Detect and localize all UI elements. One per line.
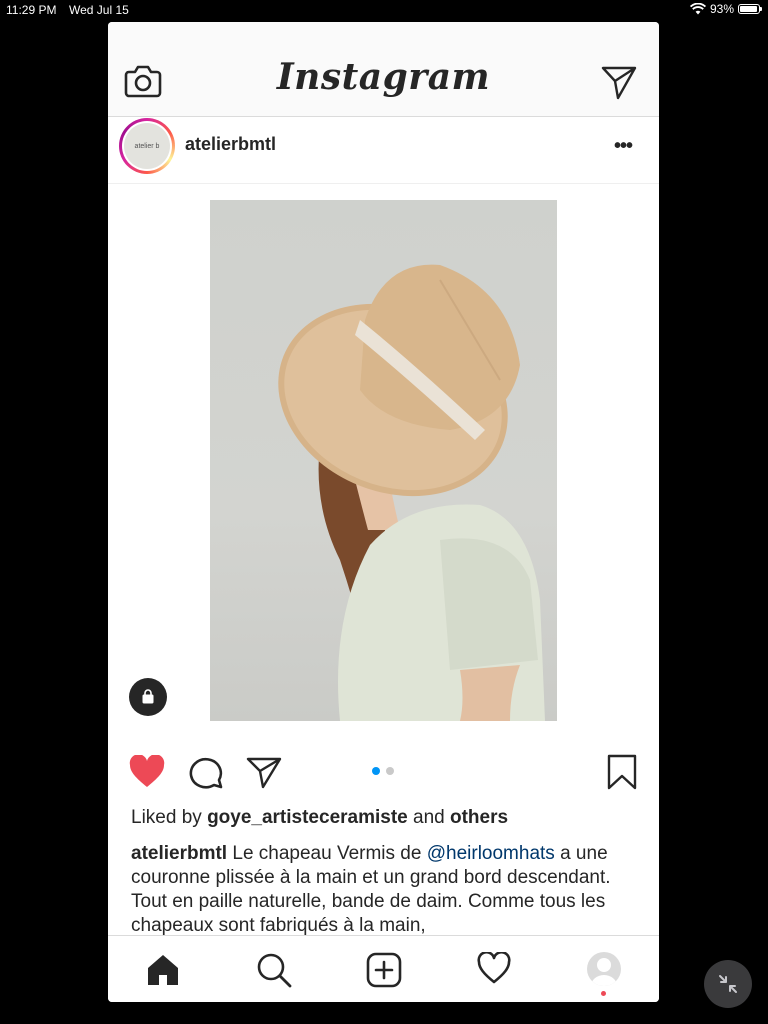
instagram-app: Instagram atelier b atelierbmtl ••• Like… bbox=[108, 22, 659, 1002]
post-header: atelier b atelierbmtl ••• bbox=[108, 117, 659, 184]
shopping-bag-icon bbox=[142, 689, 154, 704]
new-post-icon[interactable] bbox=[366, 952, 402, 988]
caption-mention[interactable]: @heirloomhats bbox=[427, 843, 555, 864]
likes-line: Liked by goye_artisteceramiste and other… bbox=[131, 807, 508, 829]
story-ring[interactable]: atelier b bbox=[119, 118, 175, 174]
top-bar: Instagram bbox=[108, 22, 659, 117]
likes-prefix: Liked by bbox=[131, 807, 202, 828]
collapse-arrows-icon bbox=[719, 975, 737, 993]
post-image[interactable] bbox=[210, 200, 557, 721]
bottom-nav bbox=[108, 935, 659, 1002]
caption-text-before: Le chapeau Vermis de bbox=[227, 843, 427, 864]
home-icon[interactable] bbox=[145, 952, 181, 988]
profile-silhouette-icon bbox=[591, 958, 617, 986]
carousel-indicator bbox=[372, 767, 394, 775]
share-send-icon[interactable] bbox=[246, 755, 282, 789]
battery-fill bbox=[740, 6, 757, 12]
likes-others[interactable]: others bbox=[450, 807, 508, 828]
battery-icon bbox=[738, 4, 762, 14]
shopping-bag-button[interactable] bbox=[129, 678, 167, 716]
post-caption: atelierbmtl Le chapeau Vermis de @heirlo… bbox=[131, 842, 636, 935]
post-actions bbox=[108, 752, 659, 792]
battery-percent: 93% bbox=[709, 2, 734, 16]
post-username[interactable]: atelierbmtl bbox=[185, 134, 276, 155]
profile-avatar bbox=[587, 952, 621, 986]
bookmark-icon[interactable] bbox=[606, 754, 638, 790]
instagram-logo: Instagram bbox=[276, 56, 491, 98]
collapse-window-button[interactable] bbox=[704, 960, 752, 1008]
avatar: atelier b bbox=[124, 123, 170, 169]
status-date: Wed Jul 15 bbox=[69, 3, 129, 17]
carousel-dot-2 bbox=[386, 767, 394, 775]
avatar-border: atelier b bbox=[122, 121, 172, 171]
avatar-logo-text: atelier b bbox=[134, 142, 160, 150]
caption-username[interactable]: atelierbmtl bbox=[131, 843, 227, 864]
hat-portrait-illustration bbox=[278, 264, 545, 721]
wifi-icon bbox=[689, 3, 706, 15]
activity-heart-icon[interactable] bbox=[476, 952, 512, 986]
status-right: 93% bbox=[689, 2, 762, 16]
liked-by-user[interactable]: goye_artisteceramiste bbox=[207, 807, 408, 828]
likes-and: and bbox=[413, 807, 445, 828]
more-options-icon[interactable]: ••• bbox=[614, 135, 633, 158]
carousel-dot-1 bbox=[372, 767, 380, 775]
like-heart-icon[interactable] bbox=[128, 755, 166, 789]
status-time: 11:29 PM bbox=[6, 3, 57, 17]
profile-tab[interactable] bbox=[587, 952, 621, 986]
direct-send-icon[interactable] bbox=[600, 64, 638, 100]
search-icon[interactable] bbox=[256, 952, 292, 988]
status-bar: 11:29 PM Wed Jul 15 93% bbox=[0, 0, 768, 20]
notification-dot bbox=[601, 991, 606, 996]
comment-icon[interactable] bbox=[188, 755, 224, 789]
